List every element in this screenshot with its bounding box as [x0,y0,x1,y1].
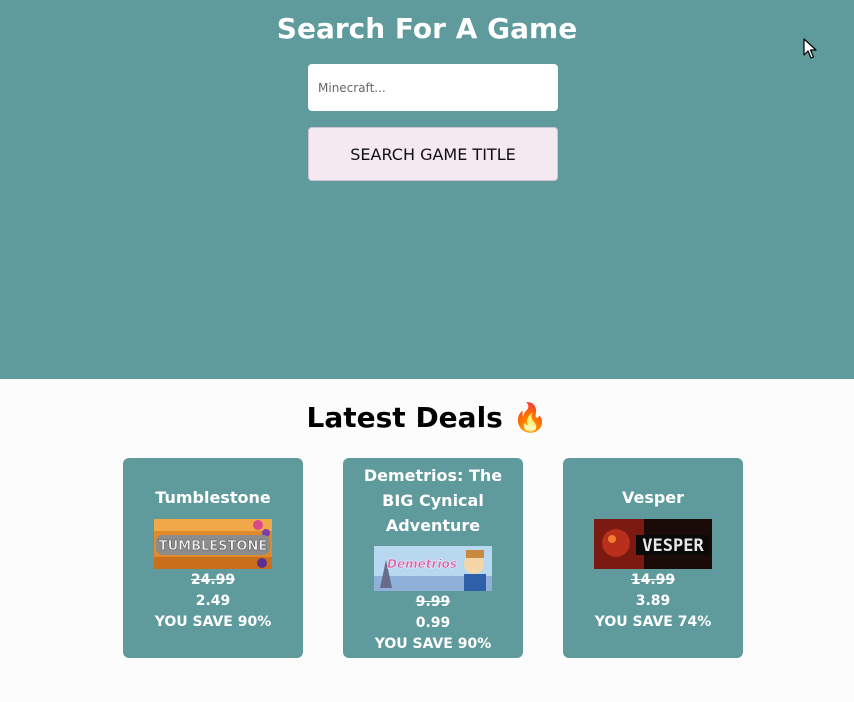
savings-label: YOU SAVE 74% [594,614,712,630]
normal-price: 14.99 [630,572,676,588]
deals-heading: Latest Deals 🔥 [0,396,854,440]
tumblestone-logo-text: TUMBLESTONE [159,539,267,554]
page-title: Search For A Game [276,12,578,45]
deal-card-vesper[interactable]: Vesper VESPER 14.99 3.89 YOU SAVE 74% [563,458,743,658]
fire-icon: 🔥 [512,401,548,434]
deal-image-tumblestone: TUMBLESTONE [154,519,272,569]
mouse-cursor-icon [803,38,817,59]
demetrios-logo-text: Demetrios [387,557,457,571]
sale-price: 0.99 [415,615,451,631]
vesper-logo-text: VESPER [642,536,704,556]
search-input[interactable] [308,64,558,111]
savings-label: YOU SAVE 90% [374,636,492,652]
deal-image-vesper: VESPER [594,519,712,569]
search-button[interactable]: SEARCH GAME TITLE [308,127,558,181]
deal-card-tumblestone[interactable]: Tumblestone TUMBLESTONE 24.99 2.49 YOU S… [123,458,303,658]
sale-price: 3.89 [635,593,671,609]
savings-label: YOU SAVE 90% [154,614,272,630]
normal-price: 24.99 [190,572,236,588]
deal-title: Tumblestone [155,488,271,507]
deal-title: Vesper [621,488,685,507]
deal-title: Demetrios: The BIG Cynical Adventure [363,466,503,535]
deal-image-demetrios: Demetrios [374,546,492,591]
deals-title: Latest Deals [306,401,503,434]
normal-price: 9.99 [415,594,451,610]
sale-price: 2.49 [195,593,231,609]
search-hero: Search For A Game SEARCH GAME TITLE [0,0,854,379]
deal-card-demetrios[interactable]: Demetrios: The BIG Cynical Adventure Dem… [343,458,523,658]
